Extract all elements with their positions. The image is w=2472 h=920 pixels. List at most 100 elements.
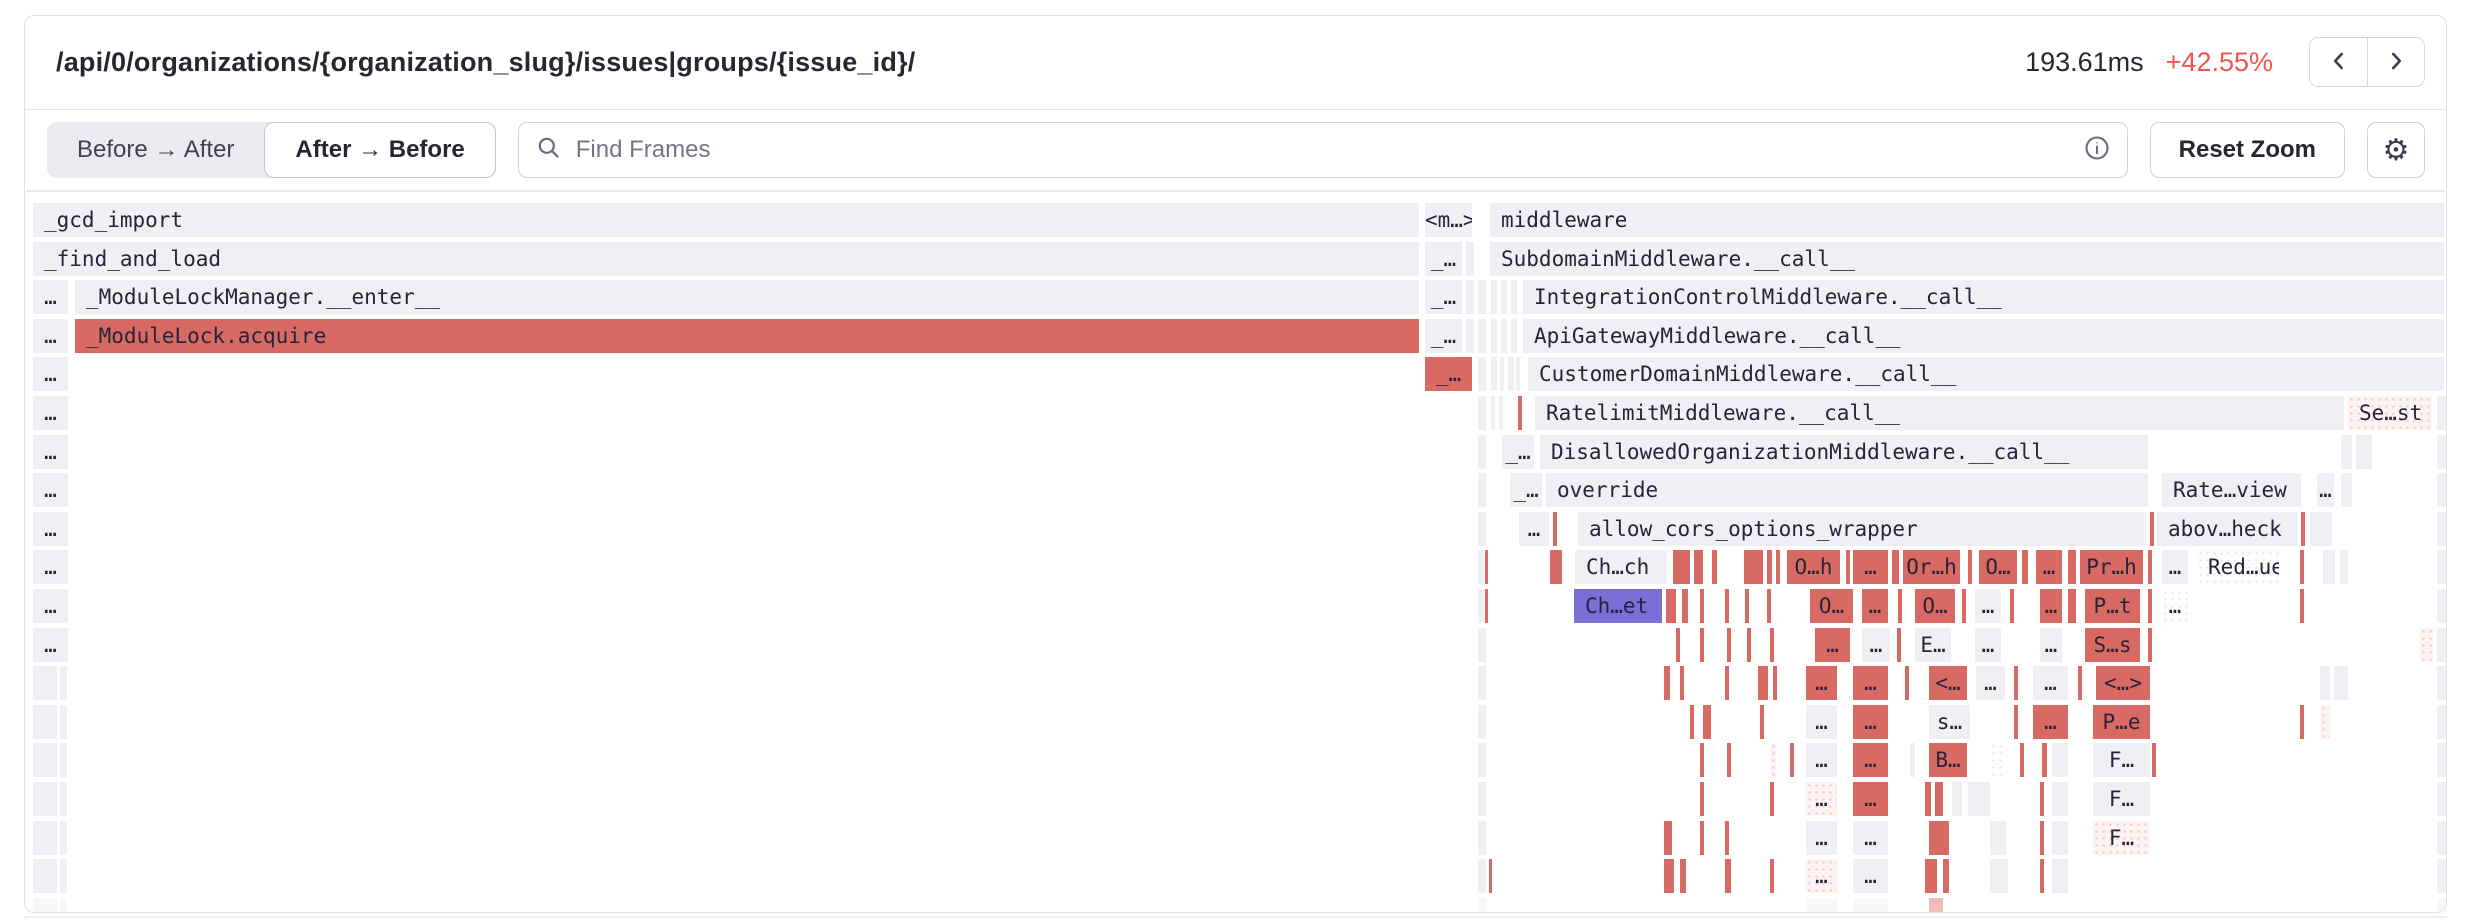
flame-frame-sliver[interactable] [1680, 666, 1684, 700]
flame-frame-sliver[interactable] [2301, 512, 2305, 546]
flame-frame-sliver[interactable] [1478, 319, 1486, 353]
flame-frame-sliver[interactable] [1664, 859, 1674, 893]
flame-frame-sliver[interactable] [60, 859, 67, 893]
flame-frame-sliver[interactable] [2014, 666, 2018, 700]
flame-frame-sliver[interactable] [1943, 859, 1949, 893]
flame-frame-sliver[interactable] [2150, 512, 2154, 546]
flame-frame[interactable]: … [2040, 628, 2062, 662]
flame-frame-sliver[interactable] [1550, 550, 1562, 584]
flame-frame-sliver[interactable] [1478, 705, 1486, 739]
flame-frame-sliver[interactable] [1478, 396, 1486, 430]
flame-frame-sliver[interactable] [1700, 589, 1704, 623]
flame-frame-sliver[interactable] [33, 898, 57, 912]
flame-frame-sliver[interactable] [2148, 550, 2152, 584]
flame-frame[interactable]: _… [1425, 242, 1462, 276]
flame-frame-sliver[interactable] [2437, 589, 2446, 623]
flame-frame[interactable]: IntegrationControlMiddleware.__call__ [1523, 280, 2444, 314]
flame-frame-sliver[interactable] [1745, 589, 1749, 623]
flame-frame-sliver[interactable] [33, 821, 57, 855]
flame-frame-sliver[interactable] [33, 743, 57, 777]
flame-frame-sliver[interactable] [2437, 628, 2446, 662]
flame-frame-sliver[interactable] [2042, 743, 2047, 777]
flame-frame-sliver[interactable] [1990, 859, 2008, 893]
flame-frame-sliver[interactable] [2334, 666, 2348, 700]
flame-frame[interactable]: allow_cors_options_wrapper [1578, 512, 2146, 546]
flame-frame-sliver[interactable] [2437, 898, 2446, 912]
flame-frame-sliver[interactable] [33, 782, 57, 816]
flame-frame[interactable]: … [2033, 666, 2068, 700]
flame-frame-sliver[interactable] [1892, 550, 1899, 584]
flame-frame[interactable]: … [1806, 859, 1837, 893]
flame-frame-sliver[interactable] [2320, 705, 2330, 739]
flame-frame-sliver[interactable] [1767, 550, 1772, 584]
flame-frame[interactable]: … [2162, 550, 2188, 584]
flame-frame-sliver[interactable] [1508, 357, 1514, 391]
flame-frame-sliver[interactable] [2437, 435, 2446, 469]
flame-frame-sliver[interactable] [1770, 628, 1774, 662]
flame-frame[interactable]: Pr…h [2080, 550, 2143, 584]
flame-frame-sliver[interactable] [1682, 589, 1688, 623]
flame-frame-sliver[interactable] [1767, 589, 1771, 623]
find-frames-input[interactable] [574, 135, 2071, 165]
flame-frame-sliver[interactable] [1846, 550, 1850, 584]
flame-frame[interactable]: P…e [2093, 705, 2150, 739]
flame-frame[interactable]: … [1853, 666, 1888, 700]
flame-frame-sliver[interactable] [2300, 589, 2304, 623]
flame-frame[interactable]: … [1862, 628, 1890, 662]
next-button[interactable] [2367, 38, 2424, 86]
flame-frame-sliver[interactable] [1673, 550, 1690, 584]
flame-frame-sliver[interactable] [1703, 705, 1711, 739]
flame-frame-sliver[interactable] [2437, 666, 2446, 700]
flame-frame-sliver[interactable] [2078, 666, 2082, 700]
flame-frame[interactable]: … [1815, 628, 1850, 662]
flame-frame-sliver[interactable] [2014, 705, 2018, 739]
flame-frame-sliver[interactable] [2341, 473, 2352, 507]
flame-frame-sliver[interactable] [1968, 550, 1972, 584]
flame-frame-sliver[interactable] [2148, 589, 2152, 623]
flame-frame-sliver[interactable] [60, 821, 67, 855]
flame-frame[interactable]: … [1853, 550, 1888, 584]
flame-frame-sliver[interactable] [1758, 666, 1768, 700]
flame-frame[interactable]: SubdomainMiddleware.__call__ [1490, 242, 2444, 276]
flame-frame-sliver[interactable] [1466, 280, 1474, 314]
flame-frame[interactable]: <m…> [1425, 203, 1472, 237]
flame-frame[interactable]: F… [2093, 782, 2150, 816]
flame-frame-sliver[interactable] [1478, 898, 1486, 912]
flame-frame[interactable]: … [33, 280, 68, 314]
flame-frame-sliver[interactable] [2341, 435, 2352, 469]
flame-frame-sliver[interactable] [2040, 859, 2044, 893]
flame-frame-sliver[interactable] [1489, 859, 1492, 893]
flame-frame[interactable]: … [2040, 589, 2062, 623]
flame-frame[interactable]: … [1853, 821, 1888, 855]
find-frames-searchbox[interactable] [518, 122, 2128, 178]
flame-frame-sliver[interactable] [1478, 821, 1486, 855]
flame-frame-sliver[interactable] [2323, 550, 2335, 584]
flame-frame[interactable]: DisallowedOrganizationMiddleware.__call_… [1540, 435, 2148, 469]
flame-frame-sliver[interactable] [1773, 666, 1777, 700]
flame-frame-sliver[interactable] [1478, 473, 1486, 507]
flame-frame-sliver[interactable] [1962, 589, 1966, 623]
flame-frame[interactable]: … [1806, 666, 1837, 700]
flame-frame[interactable]: … [1976, 666, 2005, 700]
flame-frame[interactable]: … [1806, 705, 1837, 739]
flame-frame-sliver[interactable] [1700, 628, 1704, 662]
flame-frame-sliver[interactable] [2310, 512, 2332, 546]
flame-frame[interactable]: … [33, 357, 68, 391]
flame-frame-sliver[interactable] [1725, 821, 1729, 855]
flame-frame[interactable]: … [33, 550, 68, 584]
flame-frame-sliver[interactable] [1478, 859, 1486, 893]
flame-frame-sliver[interactable] [2320, 666, 2330, 700]
flame-frame[interactable]: abov…heck [2157, 512, 2298, 546]
segment-before-after[interactable]: Before → After [47, 122, 264, 178]
flame-frame[interactable]: … [2162, 589, 2188, 623]
flame-frame-sliver[interactable] [1700, 782, 1704, 816]
flame-frame[interactable]: middleware [1490, 203, 2444, 237]
flame-frame-sliver[interactable] [1680, 859, 1686, 893]
flame-frame-sliver[interactable] [1744, 550, 1763, 584]
flame-frame[interactable]: F… [2093, 821, 2150, 855]
flame-frame[interactable]: O…h [1787, 550, 1840, 584]
flame-frame-sliver[interactable] [1501, 319, 1507, 353]
flame-frame[interactable]: <… [1929, 666, 1967, 700]
flame-frame-sliver[interactable] [1466, 242, 1474, 276]
flame-frame[interactable]: RatelimitMiddleware.__call__ [1535, 396, 2344, 430]
